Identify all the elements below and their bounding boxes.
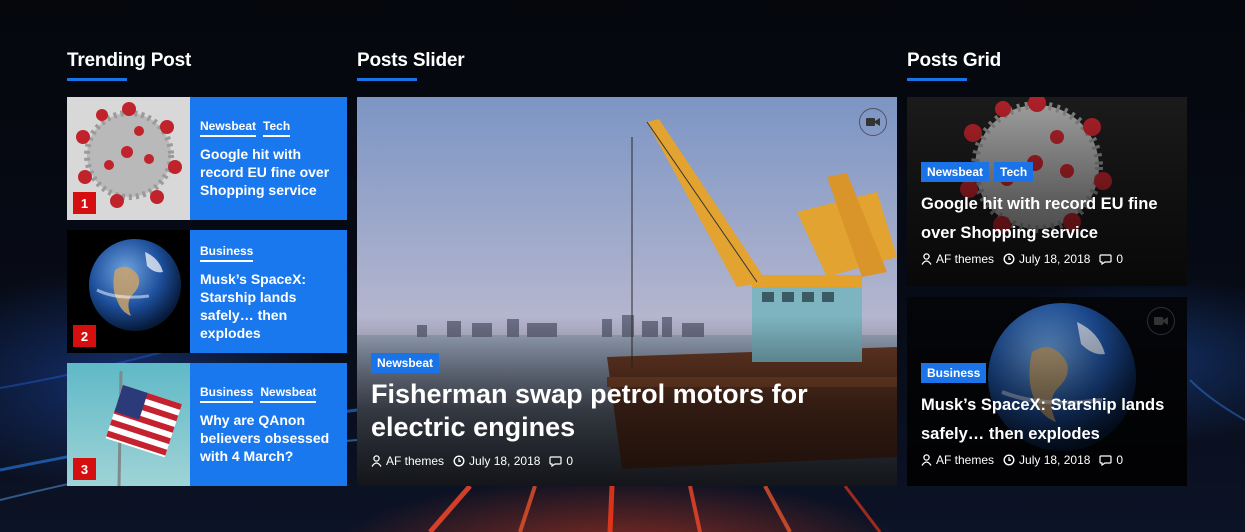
category-link-tech[interactable]: Tech [263, 119, 291, 137]
slider-post-title-link[interactable]: Fisherman swap petrol motors for electri… [371, 378, 871, 444]
comment-icon [549, 456, 563, 467]
rank-badge: 3 [73, 458, 96, 480]
video-camera-icon [1147, 307, 1175, 335]
category-link-newsbeat[interactable]: Newsbeat [200, 119, 257, 137]
trending-item-2[interactable]: 2 Business Musk’s SpaceX: Starship lands… [67, 230, 347, 353]
us-flag-thumbnail[interactable]: 3 [67, 363, 190, 486]
posts-grid-card-2[interactable]: Business Musk’s SpaceX: Starship lands s… [907, 297, 1187, 486]
earth-thumbnail[interactable]: 2 [67, 230, 190, 353]
author-link[interactable]: AF themes [936, 252, 994, 266]
rank-badge: 2 [73, 325, 96, 347]
trending-title-link[interactable]: Why are QAnon believers obsessed with 4 … [200, 411, 337, 465]
post-date: July 18, 2018 [1019, 252, 1091, 266]
video-camera-icon [859, 108, 887, 136]
post-date: July 18, 2018 [469, 454, 541, 468]
user-icon [921, 454, 932, 466]
trending-title-link[interactable]: Google hit with record EU fine over Shop… [200, 145, 337, 199]
user-icon [371, 455, 382, 467]
post-meta: AF themes July 18, 2018 0 [371, 454, 871, 468]
author-link[interactable]: AF themes [386, 454, 444, 468]
trending-item-3[interactable]: 3 Business Newsbeat Why are QAnon believ… [67, 363, 347, 486]
comment-icon [1099, 254, 1113, 265]
clock-icon [453, 455, 465, 467]
comment-count[interactable]: 0 [1116, 453, 1123, 467]
category-badge-business[interactable]: Business [921, 363, 987, 383]
comment-count[interactable]: 0 [566, 454, 573, 468]
category-badge-newsbeat[interactable]: Newsbeat [371, 353, 440, 373]
trending-title-link[interactable]: Musk’s SpaceX: Starship lands safely… th… [200, 270, 337, 342]
category-link-business[interactable]: Business [200, 244, 254, 262]
post-meta: AF themes July 18, 2018 0 [921, 252, 1176, 266]
category-badge-tech[interactable]: Tech [994, 162, 1034, 182]
comment-count[interactable]: 0 [1116, 252, 1123, 266]
trending-item-1[interactable]: 1 Newsbeat Tech Google hit with record E… [67, 97, 347, 220]
posts-slider-card[interactable]: Newsbeat Fisherman swap petrol motors fo… [357, 97, 897, 486]
category-link-business[interactable]: Business [200, 385, 254, 403]
trending-post-heading: Trending Post [67, 50, 192, 81]
posts-grid-heading: Posts Grid [907, 50, 1002, 81]
user-icon [921, 253, 932, 265]
clock-icon [1003, 454, 1015, 466]
category-link-newsbeat[interactable]: Newsbeat [260, 385, 317, 403]
post-meta: AF themes July 18, 2018 0 [921, 453, 1176, 467]
posts-slider-heading: Posts Slider [357, 50, 465, 81]
clock-icon [1003, 253, 1015, 265]
posts-grid-card-1[interactable]: Newsbeat Tech Google hit with record EU … [907, 97, 1187, 286]
category-badge-newsbeat[interactable]: Newsbeat [921, 162, 990, 182]
rank-badge: 1 [73, 192, 96, 214]
comment-icon [1099, 455, 1113, 466]
grid-post-title-link[interactable]: Musk’s SpaceX: Starship lands safely… th… [921, 391, 1176, 449]
grid-post-title-link[interactable]: Google hit with record EU fine over Shop… [921, 190, 1176, 248]
coronavirus-thumbnail[interactable]: 1 [67, 97, 190, 220]
author-link[interactable]: AF themes [936, 453, 994, 467]
post-date: July 18, 2018 [1019, 453, 1091, 467]
